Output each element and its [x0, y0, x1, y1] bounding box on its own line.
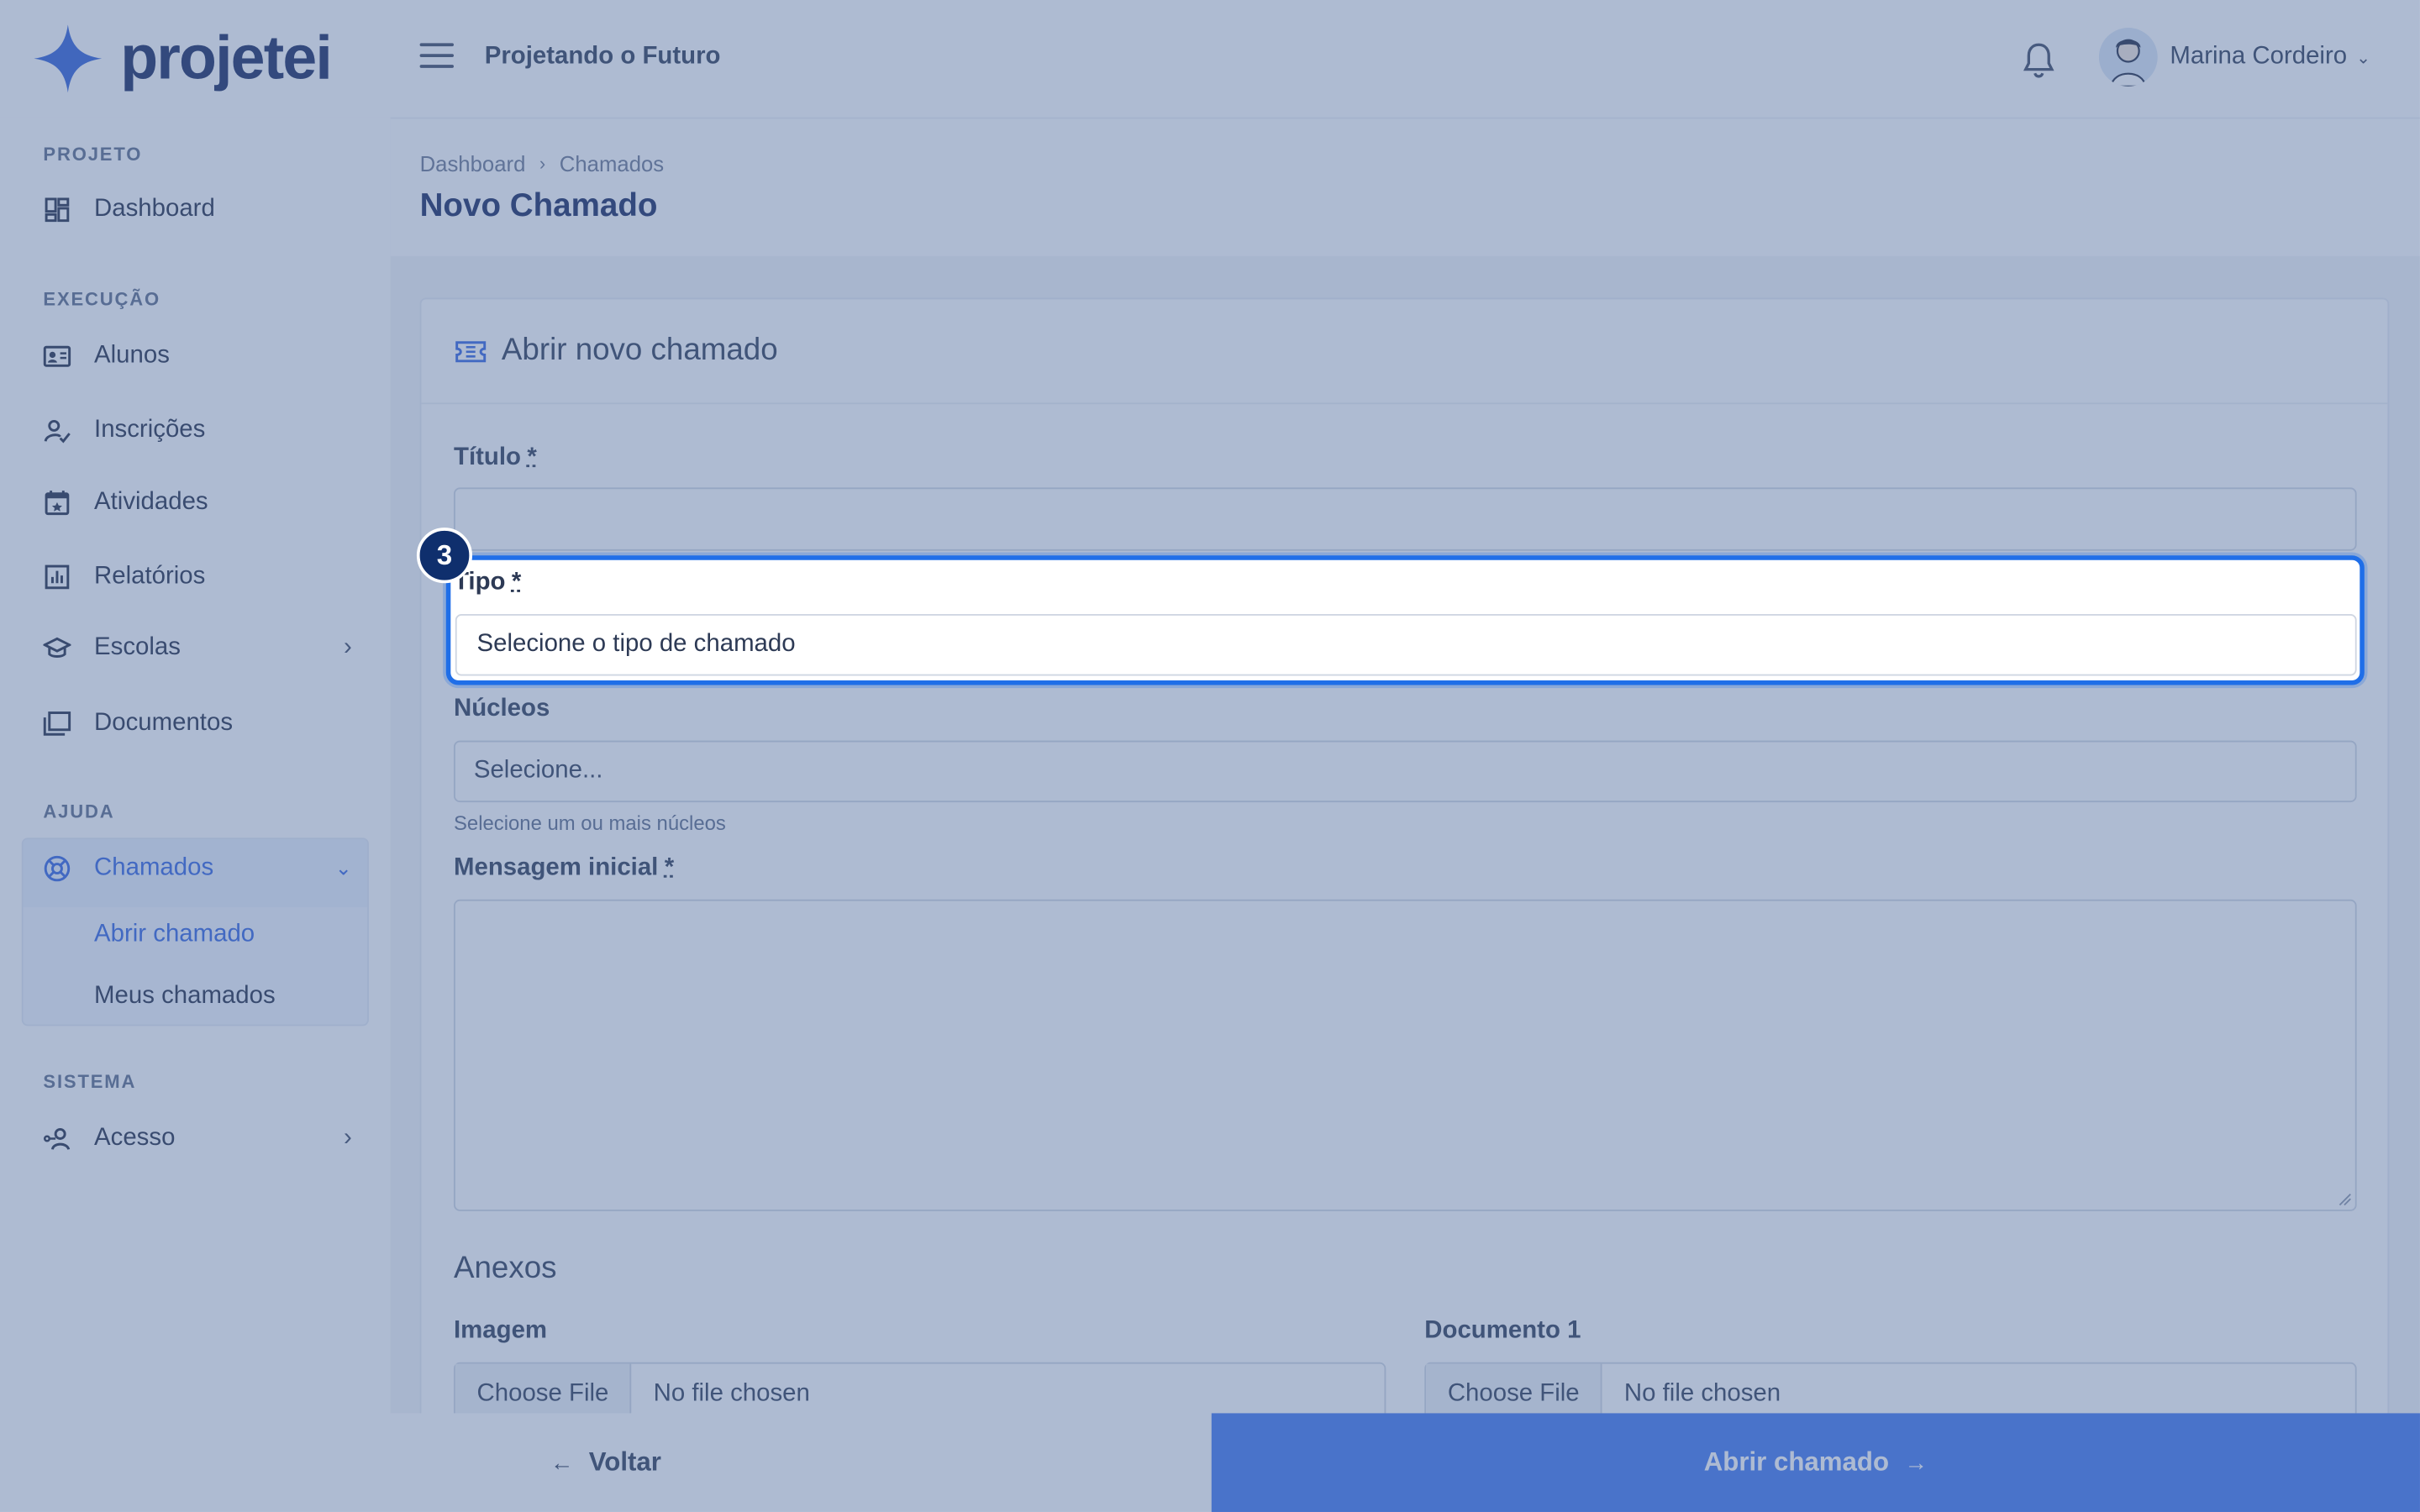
id-card-icon — [43, 343, 71, 370]
footer-actions: ← Voltar Abrir chamado → — [0, 1413, 2420, 1512]
page-header: Dashboard › Chamados Novo Chamado — [390, 117, 2420, 256]
sidebar-item-escolas[interactable]: Escolas › — [43, 628, 352, 669]
dashboard-icon — [43, 196, 71, 223]
chevron-right-icon: › — [343, 633, 352, 661]
sidebar-item-atividades[interactable]: Atividades — [43, 483, 351, 523]
card-header: Abrir novo chamado — [421, 299, 2388, 405]
file-status: No file chosen — [1623, 1380, 1781, 1408]
section-sistema: SISTEMA — [43, 1070, 137, 1093]
submit-button[interactable]: Abrir chamado → — [1211, 1413, 2420, 1512]
menu-toggle-icon[interactable] — [419, 43, 454, 71]
bar-chart-icon — [43, 563, 71, 591]
label-text: Título — [453, 444, 521, 471]
breadcrumb: Dashboard › Chamados — [420, 151, 665, 176]
file-status: No file chosen — [653, 1380, 810, 1408]
sidebar-item-inscricoes[interactable]: Inscrições — [43, 411, 351, 451]
section-ajuda: AJUDA — [43, 801, 115, 822]
sidebar-item-chamados[interactable]: Chamados ⌄ — [43, 848, 352, 889]
star-logo-icon — [34, 24, 103, 93]
project-name: Projetando o Futuro — [484, 43, 721, 70]
top-bar: projetei Projetando o Futuro Marina Cord… — [0, 0, 2420, 118]
chevron-down-icon: ⌄ — [2356, 48, 2371, 67]
sidebar-item-label: Alunos — [94, 342, 170, 369]
nucleos-helper-text: Selecione um ou mais núcleos — [453, 811, 726, 835]
breadcrumb-item[interactable]: Dashboard — [420, 151, 526, 176]
ticket-icon — [455, 338, 487, 373]
titulo-input[interactable] — [453, 487, 2357, 551]
user-name: Marina Cordeiro — [2170, 43, 2348, 70]
label-text: Mensagem inicial — [453, 854, 659, 881]
sidebar-item-label: Acesso — [94, 1124, 176, 1152]
chevron-right-icon: › — [539, 152, 546, 175]
sidebar-item-acesso[interactable]: Acesso › — [43, 1119, 352, 1159]
sidebar-item-label: Atividades — [94, 489, 208, 516]
section-projeto: PROJETO — [43, 143, 143, 165]
imagem-label: Imagem — [453, 1317, 548, 1344]
sidebar-item-alunos[interactable]: Alunos — [43, 336, 351, 376]
chevron-right-icon: › — [343, 1124, 352, 1152]
sidebar-item-relatorios[interactable]: Relatórios — [43, 557, 351, 597]
brand-logo[interactable]: projetei — [31, 22, 333, 96]
calendar-star-icon — [43, 489, 71, 517]
logo-text: projetei — [120, 24, 333, 93]
back-button[interactable]: ← Voltar — [0, 1413, 1212, 1512]
tour-highlight-tipo: Tipo * Selecione o tipo de chamado — [445, 555, 2365, 685]
submit-button-label: Abrir chamado — [1703, 1446, 1890, 1477]
nucleos-label: Núcleos — [453, 696, 550, 722]
sidebar-item-dashboard[interactable]: Dashboard — [43, 190, 351, 230]
sidebar-item-label: Documentos — [94, 709, 234, 737]
notifications-bell-icon[interactable] — [2022, 42, 2055, 79]
documento-label: Documento 1 — [1424, 1317, 1581, 1344]
back-button-label: Voltar — [588, 1446, 661, 1477]
titulo-label: Título * — [454, 444, 537, 472]
sidebar-item-documentos[interactable]: Documentos — [43, 704, 351, 744]
required-mark: * — [664, 854, 675, 881]
required-mark: * — [511, 569, 522, 596]
mensagem-textarea[interactable] — [453, 899, 2357, 1211]
lifebuoy-icon — [43, 855, 71, 883]
section-execucao: EXECUÇÃO — [43, 288, 161, 311]
arrow-right-icon: → — [1904, 1449, 1928, 1476]
anexos-title: Anexos — [453, 1251, 557, 1285]
tipo-select[interactable]: Selecione o tipo de chamado — [455, 614, 2357, 676]
resize-handle-icon[interactable] — [2337, 1191, 2352, 1206]
page-title: Novo Chamado — [419, 188, 658, 224]
form-card: Abrir novo chamado Título * Núcleos Selec… — [419, 297, 2390, 1440]
mensagem-label: Mensagem inicial * — [454, 855, 674, 883]
sidebar-item-label: Inscrições — [94, 416, 206, 444]
sidebar-item-label: Dashboard — [94, 196, 215, 223]
avatar — [2098, 28, 2158, 87]
card-title: Abrir novo chamado — [501, 333, 778, 368]
nucleos-select[interactable]: Selecione... — [453, 740, 2357, 803]
tour-step-badge: 3 — [416, 528, 473, 584]
user-menu[interactable]: Marina Cordeiro ⌄ — [2098, 28, 2371, 87]
user-key-icon — [43, 1125, 71, 1152]
arrow-left-icon: ← — [550, 1449, 574, 1476]
sidebar-subitem-abrir-chamado[interactable]: Abrir chamado — [94, 921, 255, 949]
sidebar-item-label: Relatórios — [94, 563, 206, 590]
folders-icon — [43, 710, 71, 738]
sidebar: PROJETO Dashboard EXECUÇÃO Alunos Inscri… — [0, 117, 391, 1512]
breadcrumb-item[interactable]: Chamados — [560, 151, 664, 176]
sidebar-item-label: Escolas — [94, 633, 181, 661]
chevron-down-icon: ⌄ — [334, 856, 352, 879]
user-check-icon — [43, 417, 71, 444]
sidebar-item-label: Chamados — [94, 854, 214, 881]
sidebar-subitem-meus-chamados[interactable]: Meus chamados — [94, 983, 276, 1011]
required-mark: * — [527, 444, 537, 471]
graduation-cap-icon — [43, 634, 71, 662]
